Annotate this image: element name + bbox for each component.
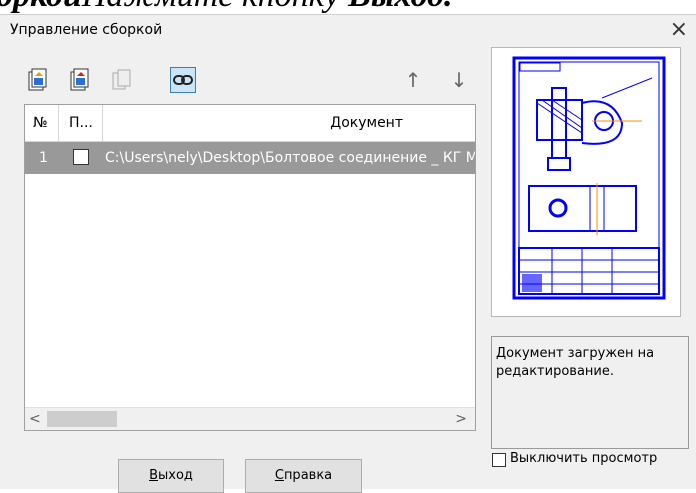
copy-document-icon <box>108 67 134 93</box>
disable-preview-label[interactable]: Выключить просмотр <box>510 451 657 466</box>
drawing-thumbnail-image <box>512 56 666 300</box>
link-icon[interactable] <box>170 67 196 93</box>
status-message: Документ загружен на редактирование. <box>491 336 689 449</box>
scroll-left-icon[interactable]: < <box>29 408 41 430</box>
row-number: 1 <box>39 150 48 166</box>
dialog-title: Управление сборкой <box>10 22 163 38</box>
header-document[interactable]: Документ <box>103 105 475 141</box>
table-row[interactable]: 1 C:\Users\nely\Desktop\Болтовое соедине… <box>25 142 475 174</box>
horizontal-scrollbar[interactable]: < > <box>25 407 475 430</box>
row-document-path: C:\Users\nely\Desktop\Болтовое соединени… <box>105 150 476 166</box>
close-icon[interactable]: × <box>670 17 688 43</box>
assembly-management-dialog: Управление сборкой × ↑ ↓ № П... Документ… <box>0 14 696 493</box>
drawing-preview <box>491 47 681 317</box>
table-header: № П... Документ <box>25 105 475 142</box>
header-number[interactable]: № <box>25 105 59 141</box>
documents-table[interactable]: № П... Документ 1 C:\Users\nely\Desktop\… <box>24 104 476 431</box>
add-document-icon[interactable] <box>24 67 50 93</box>
disable-preview-checkbox[interactable] <box>492 453 506 467</box>
arrow-down-icon[interactable]: ↓ <box>446 67 472 93</box>
add-document-red-icon[interactable] <box>66 67 92 93</box>
scroll-thumb[interactable] <box>47 411 117 427</box>
header-p[interactable]: П... <box>59 105 103 141</box>
scroll-right-icon[interactable]: > <box>455 408 467 430</box>
arrow-up-icon[interactable]: ↑ <box>400 67 426 93</box>
row-checkbox[interactable] <box>73 149 89 165</box>
